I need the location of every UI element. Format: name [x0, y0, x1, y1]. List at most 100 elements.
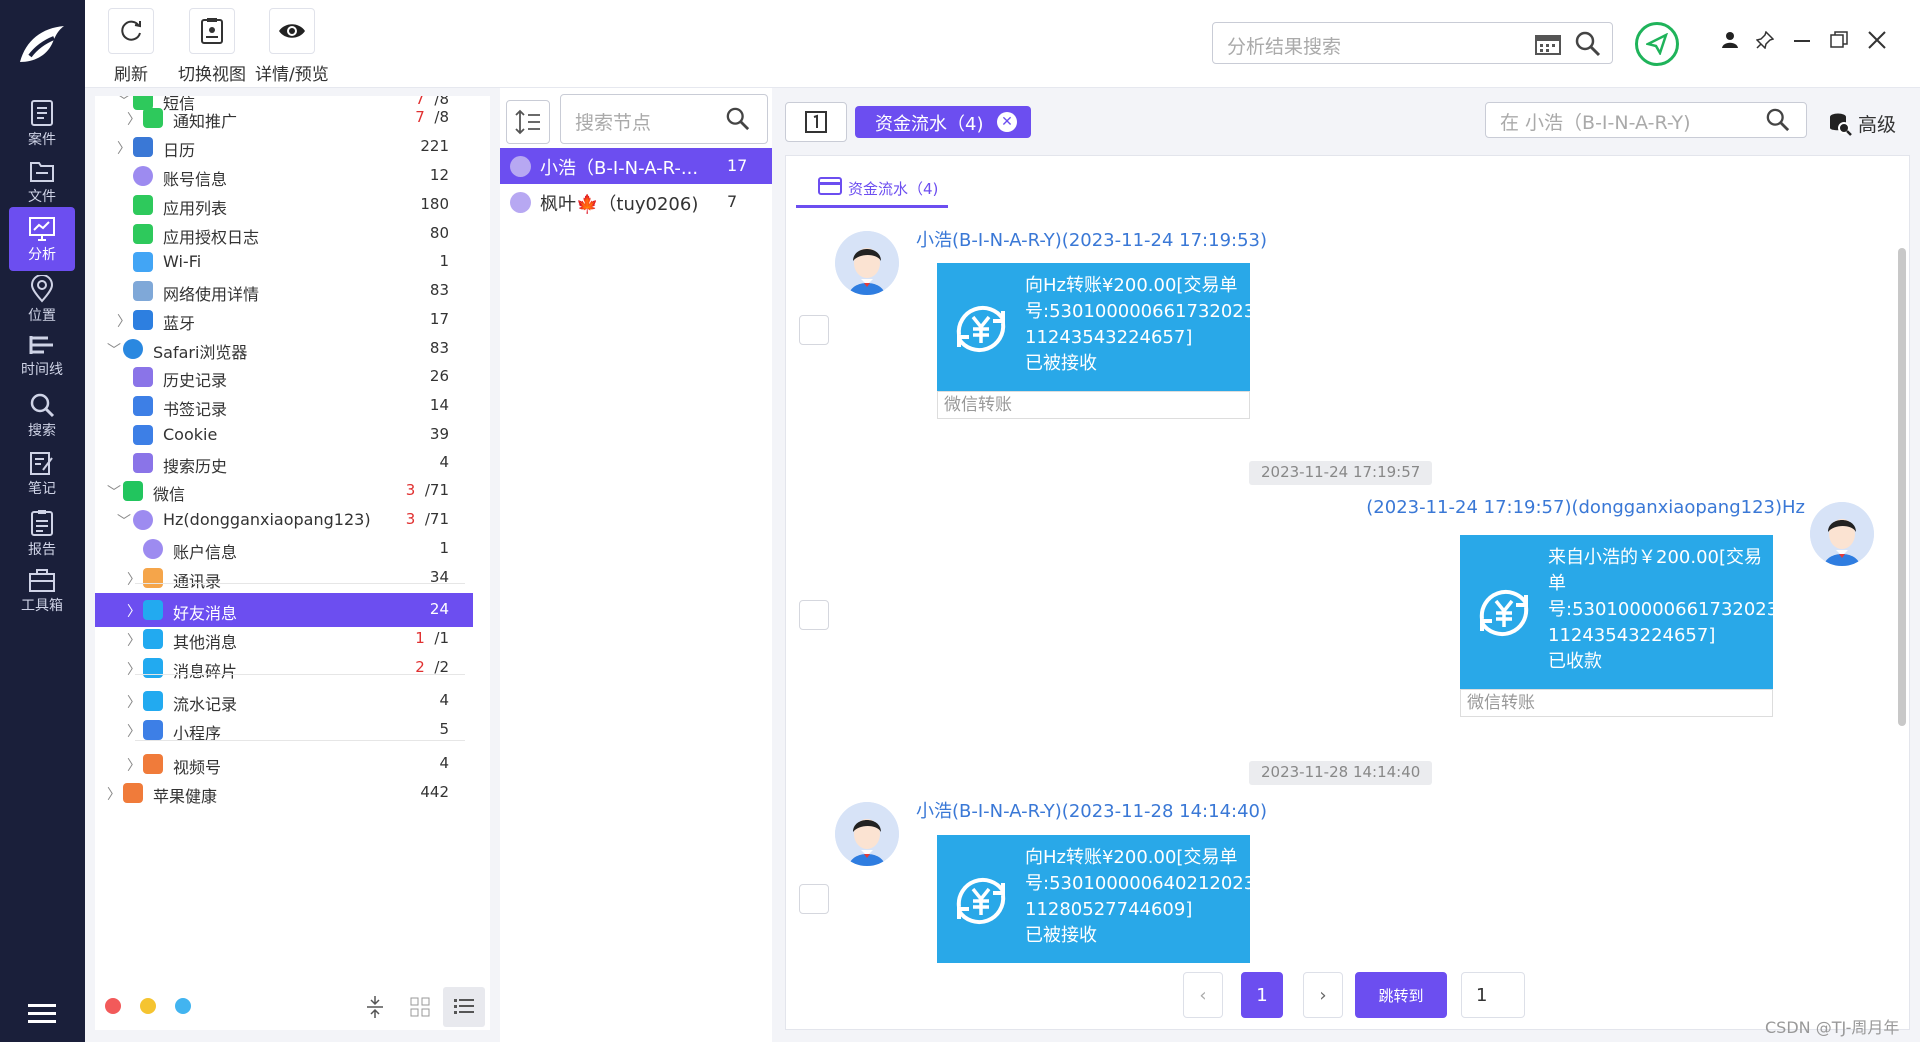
tree-item[interactable]: 〉小程序 5	[95, 713, 473, 747]
avatar[interactable]	[1810, 502, 1874, 566]
next-page-button[interactable]: ›	[1303, 972, 1343, 1018]
tag-close-icon[interactable]: ✕	[997, 112, 1017, 132]
chat-scrollbar[interactable]	[1898, 248, 1906, 726]
watermark: CSDN @TJ-周月年	[1765, 1018, 1900, 1037]
tree-item[interactable]: 〉通讯录 34	[95, 561, 473, 595]
timestamp: 2023-11-28 14:14:40	[1249, 761, 1433, 785]
chevron-right-icon[interactable]: 〉	[117, 311, 131, 331]
tree-item-count: 1 /1	[415, 629, 449, 647]
collapse-all-icon[interactable]	[365, 995, 385, 1019]
chevron-right-icon[interactable]: 〉	[107, 784, 121, 804]
goto-page-input[interactable]: 1	[1461, 972, 1525, 1018]
page-number-current[interactable]: 1	[1241, 972, 1283, 1018]
chevron-down-icon[interactable]: ﹀	[107, 482, 121, 502]
chevron-right-icon[interactable]: 〉	[127, 569, 141, 589]
yellow-dot-icon[interactable]	[140, 998, 156, 1014]
search-icon[interactable]	[726, 107, 750, 131]
calendar-icon[interactable]	[1535, 33, 1561, 55]
rail-item-label: 笔记	[28, 481, 56, 497]
tree-item-count: 83	[429, 339, 449, 357]
sort-button[interactable]	[506, 100, 550, 144]
node-search-input[interactable]: 搜索节点	[560, 94, 768, 144]
avatar[interactable]	[835, 802, 899, 866]
rail-item-label: 时间线	[21, 362, 63, 378]
chevron-right-icon[interactable]: 〉	[127, 755, 141, 775]
grid-view-icon[interactable]	[410, 997, 430, 1017]
blue-dot-icon[interactable]	[175, 998, 191, 1014]
chevron-right-icon[interactable]: 〉	[127, 601, 141, 621]
tree-item-icon	[133, 367, 153, 387]
user-icon[interactable]	[1721, 30, 1739, 54]
transfer-text-line: 11280527744609]	[1025, 899, 1193, 920]
node-search-placeholder: 搜索节点	[575, 112, 652, 134]
minimize-icon[interactable]	[1793, 30, 1811, 54]
transfer-yuan-icon	[956, 305, 1006, 353]
advanced-search-icon	[1830, 113, 1852, 136]
message-checkbox[interactable]	[799, 600, 829, 630]
send-status-icon[interactable]	[1635, 22, 1679, 66]
tree-item[interactable]: 〉 苹果健康 442	[95, 776, 473, 810]
transfer-text-line: 11243543224657]	[1548, 625, 1716, 646]
rail-item-notes[interactable]: 笔记	[9, 441, 75, 505]
tree-item-icon	[123, 783, 143, 803]
node-item[interactable]: 枫叶🍁（tuy0206) 7	[500, 184, 772, 220]
prev-page-button[interactable]: ‹	[1183, 972, 1223, 1018]
rail-item-search[interactable]: 搜索	[9, 383, 75, 447]
chevron-right-icon[interactable]: 〉	[127, 630, 141, 650]
chat-search-input[interactable]: 在 小浩（B-I-N-A-R-Y)	[1485, 102, 1807, 138]
pin-icon[interactable]	[1755, 30, 1775, 54]
avatar[interactable]	[835, 231, 899, 295]
tree-item-icon	[133, 166, 153, 186]
switch-view-button[interactable]: 切换视图	[178, 8, 246, 85]
node-count: 7	[727, 192, 738, 211]
search-icon[interactable]	[1766, 108, 1790, 132]
rail-item-location[interactable]: 位置	[9, 266, 75, 330]
case-icon	[9, 99, 75, 127]
refresh-button[interactable]: 刷新	[108, 8, 154, 85]
red-dot-icon[interactable]	[105, 998, 121, 1014]
chevron-right-icon[interactable]: 〉	[127, 659, 141, 679]
close-icon[interactable]	[1868, 30, 1886, 54]
list-view-button[interactable]	[443, 987, 485, 1027]
node-item[interactable]: 小浩（B-I-N-A-R-... 17	[500, 148, 772, 184]
rail-item-analysis[interactable]: 分析	[9, 207, 75, 271]
detail-preview-button[interactable]: 详情/预览	[255, 8, 329, 85]
analysis-search-input[interactable]: 分析结果搜索	[1212, 22, 1613, 64]
restore-icon[interactable]	[1830, 30, 1848, 54]
transfer-card[interactable]: 来自小浩的￥200.00[交易单号:530100000661732023 1124…	[1460, 535, 1778, 689]
artifact-tree: ﹀ 短信 7 /8 〉通知推广 7 /8 〉日历 221 账号信息 12 应用列表 180 应用授权日…	[95, 96, 490, 1030]
rail-item-report[interactable]: 报告	[9, 500, 75, 564]
detail-preview-label: 详情/预览	[255, 65, 329, 85]
refresh-label: 刷新	[114, 65, 148, 85]
chevron-right-icon[interactable]: 〉	[127, 692, 141, 712]
transfer-card[interactable]: 向Hz转账¥200.00[交易单 号:530100000640212023 1128…	[937, 835, 1255, 963]
rail-item-timeline[interactable]: 时间线	[9, 324, 75, 388]
rail-item-toolbox[interactable]: 工具箱	[9, 558, 75, 622]
transfer-card[interactable]: 向Hz转账¥200.00[交易单 号:530100000661732023 1124…	[937, 263, 1255, 391]
rail-item-case[interactable]: 案件	[9, 90, 75, 154]
rail-item-label: 案件	[28, 132, 56, 148]
goto-page-button[interactable]: 跳转到	[1355, 972, 1447, 1018]
advanced-search-button[interactable]: 高级	[1828, 110, 1896, 137]
single-view-button[interactable]	[785, 102, 847, 142]
tab-fund-flow[interactable]: 资金流水（4)	[796, 164, 948, 208]
tree-item-icon	[133, 224, 153, 244]
chevron-right-icon[interactable]: 〉	[127, 109, 141, 129]
switch-view-label: 切换视图	[178, 65, 246, 85]
chevron-right-icon[interactable]: 〉	[117, 138, 131, 158]
node-name: 小浩（B-I-N-A-R-...	[540, 158, 699, 179]
chevron-down-icon[interactable]: ﹀	[117, 511, 131, 531]
rail-item-file[interactable]: 文件	[9, 149, 75, 213]
menu-icon[interactable]	[28, 1002, 56, 1030]
search-icon[interactable]	[1575, 31, 1601, 57]
transfer-text: 来自小浩的￥200.00[交易单号:530100000661732023 1124…	[1548, 545, 1778, 675]
chevron-right-icon[interactable]: 〉	[127, 721, 141, 741]
message-checkbox[interactable]	[799, 884, 829, 914]
message-checkbox[interactable]	[799, 315, 829, 345]
filter-tag[interactable]: 资金流水（4) ✕	[855, 106, 1031, 138]
tree-item[interactable]: 〉消息碎片 2 /2	[95, 651, 473, 685]
tree-item-count: 4	[439, 754, 449, 772]
chevron-down-icon[interactable]: ﹀	[107, 340, 121, 360]
chat-header: 资金流水（4) ✕ 在 小浩（B-I-N-A-R-Y) 高级	[785, 88, 1920, 158]
message-meta: 小浩(B-I-N-A-R-Y)(2023-11-24 17:19:53)	[916, 230, 1268, 251]
